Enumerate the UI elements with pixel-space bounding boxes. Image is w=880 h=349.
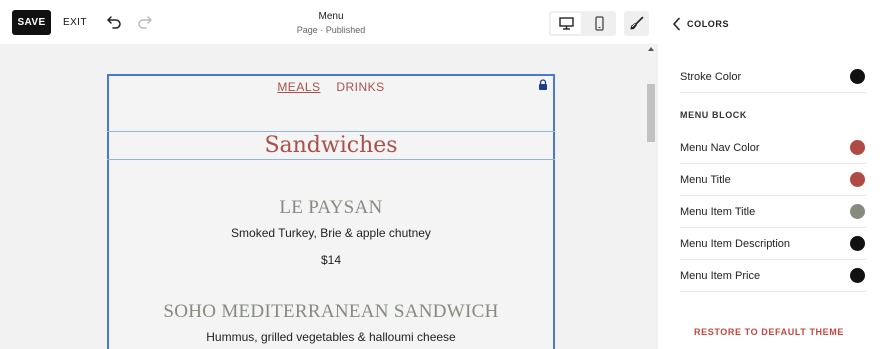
paintbrush-icon [630, 16, 644, 30]
desktop-icon [558, 17, 574, 30]
menu-title-section: Sandwiches [107, 131, 555, 160]
desktop-view-button[interactable] [551, 13, 581, 34]
menu-item: SOHO MEDITERRANEAN SANDWICH Hummus, gril… [109, 301, 553, 344]
page-surface: MEALS DRINKS Sandwiches LE PAYSAN Smoked… [6, 44, 642, 349]
page-status: Page · Published [296, 25, 366, 35]
device-toggle [549, 11, 616, 36]
color-swatch[interactable] [850, 140, 865, 155]
page-canvas: MEALS DRINKS Sandwiches LE PAYSAN Smoked… [0, 44, 658, 349]
color-row-label: Menu Item Title [680, 205, 756, 218]
menu-item-title: LE PAYSAN [279, 197, 383, 218]
color-row-menu-title[interactable]: Menu Title [680, 164, 866, 196]
menu-item: LE PAYSAN Smoked Turkey, Brie & apple ch… [109, 197, 553, 267]
mobile-icon [595, 16, 604, 31]
menu-block[interactable]: MEALS DRINKS Sandwiches LE PAYSAN Smoked… [107, 74, 555, 349]
page-title: Menu [318, 11, 344, 22]
menu-item-description: Hummus, grilled vegetables & halloumi ch… [206, 330, 456, 344]
color-row-label: Menu Nav Color [680, 141, 760, 154]
menu-item-description: Smoked Turkey, Brie & apple chutney [231, 226, 431, 240]
color-swatch[interactable] [850, 268, 865, 283]
color-swatch[interactable] [850, 172, 865, 187]
color-swatch[interactable] [850, 69, 865, 84]
menu-item-title: SOHO MEDITERRANEAN SANDWICH [163, 301, 499, 322]
color-row-menu-item-description[interactable]: Menu Item Description [680, 228, 866, 260]
menu-item-price: $14 [320, 253, 342, 267]
exit-button[interactable]: EXIT [63, 10, 87, 35]
scrollbar-thumb[interactable] [647, 84, 655, 142]
panel-back-button[interactable]: COLORS [672, 16, 729, 32]
menu-nav-meals[interactable]: MEALS [277, 80, 320, 94]
color-row-menu-nav[interactable]: Menu Nav Color [680, 132, 866, 164]
color-row-label: Menu Item Description [680, 237, 791, 250]
color-row-menu-item-title[interactable]: Menu Item Title [680, 196, 866, 228]
color-row-label: Menu Item Price [680, 269, 761, 282]
design-button[interactable] [624, 11, 649, 36]
scroll-up-arrow[interactable] [648, 47, 654, 51]
color-row-stroke[interactable]: Stroke Color [680, 61, 866, 93]
scrollbar[interactable] [645, 44, 657, 349]
editor-toolbar: SAVE EXIT Menu Page · Published [0, 0, 658, 44]
restore-default-theme-button[interactable]: RESTORE TO DEFAULT THEME [658, 327, 880, 337]
colors-panel: COLORS Stroke Color MENU BLOCK Menu Nav … [658, 0, 880, 349]
chevron-left-icon [673, 17, 680, 31]
page-info[interactable]: Menu Page · Published [280, 11, 382, 36]
panel-title: COLORS [687, 19, 730, 29]
section-label: MENU BLOCK [680, 110, 747, 120]
lock-icon [539, 79, 547, 90]
menu-nav-drinks[interactable]: DRINKS [336, 80, 384, 94]
color-row-label: Menu Title [680, 173, 731, 186]
color-swatch[interactable] [850, 204, 865, 219]
undo-icon[interactable] [106, 14, 122, 30]
menu-nav: MEALS DRINKS [109, 80, 553, 94]
menu-title: Sandwiches [264, 133, 398, 158]
redo-icon[interactable] [137, 14, 153, 30]
color-swatch[interactable] [850, 236, 865, 251]
color-row-menu-item-price[interactable]: Menu Item Price [680, 260, 866, 292]
mobile-view-button[interactable] [585, 13, 614, 34]
save-button[interactable]: SAVE [12, 10, 51, 35]
color-row-label: Stroke Color [680, 70, 742, 83]
